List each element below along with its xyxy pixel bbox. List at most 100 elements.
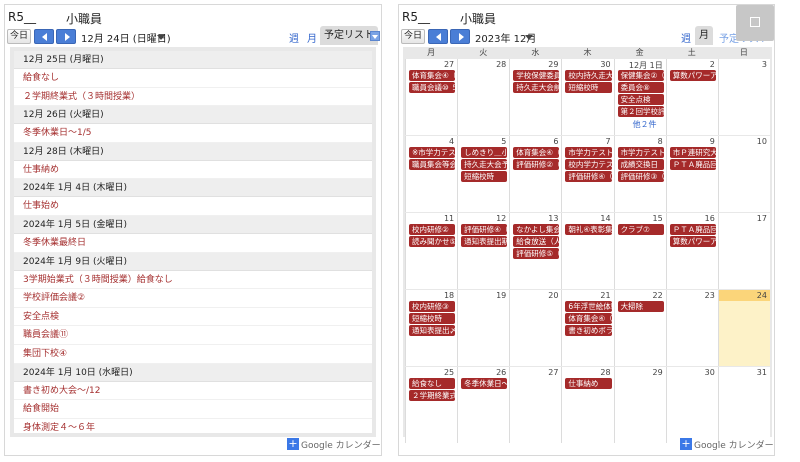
event-chip[interactable]: 成績交換日 <box>617 159 664 170</box>
event-chip[interactable]: 評価研修④（Ⅰ <box>461 224 508 235</box>
agenda-event[interactable]: 冬季休業日～1/5 <box>14 124 372 143</box>
today-button[interactable]: 今日 <box>401 29 425 44</box>
event-chip[interactable]: 給食放送（人権 <box>513 236 560 247</box>
day-cell[interactable]: 14朝礼④表彰集会 <box>561 213 613 289</box>
event-chip[interactable]: 安全点検 <box>617 94 664 105</box>
event-chip[interactable]: 短縮校時 <box>565 82 612 93</box>
day-cell[interactable]: 16ＰＴＡ廃品回収算数パワーアップ <box>665 213 718 289</box>
event-chip[interactable]: なかよし集会⑥ <box>513 224 560 235</box>
today-button[interactable]: 今日 <box>7 29 31 44</box>
day-cell[interactable]: 2算数パワーアップ <box>665 59 718 135</box>
event-chip[interactable]: 通知表提出期限 <box>461 236 508 247</box>
day-cell[interactable]: 5しめきり＿小持久走大会予備短縮校時 <box>457 136 509 212</box>
event-chip[interactable]: 給食なし <box>409 378 456 389</box>
event-chip[interactable]: 評価研修③（Ⅰ <box>617 171 664 182</box>
agenda-event[interactable]: 仕事始め <box>14 197 372 216</box>
day-cell[interactable]: 31 <box>717 367 770 443</box>
event-chip[interactable]: 校内研修② <box>409 224 456 235</box>
event-chip[interactable]: 校内持久走大会 <box>565 70 612 81</box>
event-chip[interactable]: 朝礼④表彰集会 <box>565 224 612 235</box>
agenda-event[interactable]: 集団下校④ <box>14 345 372 364</box>
event-chip[interactable]: 体育集会④（Ⅰ <box>565 313 612 324</box>
agenda-event[interactable]: 3学期始業式（３時間授業）給食なし <box>14 271 372 290</box>
day-cell[interactable]: 10 <box>717 136 770 212</box>
event-chip[interactable]: 6年浮世絵体験 <box>565 301 612 312</box>
day-cell[interactable]: 19 <box>457 290 509 366</box>
event-chip[interactable]: 評価研修④（Ⅰ <box>565 171 612 182</box>
day-cell[interactable]: 4※市学力テスト！職員集会等会 <box>405 136 457 212</box>
agenda-event[interactable]: 書き初め大会～/12 <box>14 382 372 401</box>
date-picker-caret-icon[interactable] <box>525 35 533 40</box>
prev-button[interactable] <box>34 29 54 44</box>
day-cell[interactable]: 29学校保健委員会持久走大会前日 <box>509 59 561 135</box>
day-cell[interactable]: 7市学力テスト！校内学力テスト評価研修④（Ⅰ <box>561 136 613 212</box>
event-chip[interactable]: 校内研修③ <box>409 301 456 312</box>
day-cell[interactable]: 27 体育集会④（Ⅰ 職員会議⑩ ５ <box>405 59 457 135</box>
day-cell[interactable]: 30校内持久走大会短縮校時 <box>561 59 613 135</box>
event-chip[interactable]: 体育集会④（Ⅰ <box>513 147 560 158</box>
event-chip[interactable]: 市学力テスト！ <box>617 147 664 158</box>
day-cell[interactable]: 15 クラブ⑦ <box>613 213 666 289</box>
google-calendar-link[interactable]: + Google カレンダー <box>680 438 774 451</box>
agenda-event[interactable]: 給食なし <box>14 69 372 88</box>
event-chip[interactable]: 評価研修②（Ⅰ <box>513 159 560 170</box>
day-cell[interactable]: 30 <box>665 367 718 443</box>
event-chip[interactable]: 職員集会等会 <box>409 159 456 170</box>
event-chip[interactable]: 算数パワーアップ <box>669 70 716 81</box>
next-button[interactable] <box>56 29 76 44</box>
day-cell[interactable]: 8市学力テスト！成績交換日評価研修③（Ⅰ <box>613 136 666 212</box>
event-chip[interactable]: 保健集会②（Ⅰ <box>617 70 664 81</box>
tab-week[interactable]: 週 <box>289 30 299 45</box>
event-chip[interactable]: 校内学力テスト <box>565 159 612 170</box>
event-chip[interactable]: 学校保健委員会 <box>513 70 560 81</box>
day-cell[interactable]: 216年浮世絵体験体育集会④（Ⅰ書き初めボランティア <box>561 290 613 366</box>
event-chip[interactable]: 市学力テスト！ <box>565 147 612 158</box>
event-chip[interactable]: 体育集会④（Ⅰ <box>409 70 456 81</box>
agenda-event[interactable]: ２学期終業式（３時間授業） <box>14 88 372 107</box>
tab-month[interactable]: 月 <box>695 26 713 45</box>
agenda-event[interactable]: 給食開始 <box>14 400 372 419</box>
event-chip[interactable]: 冬季休業日～1 <box>461 378 508 389</box>
event-chip[interactable]: 持久走大会予備 <box>461 159 508 170</box>
agenda-event[interactable]: 安全点検 <box>14 308 372 327</box>
day-cell[interactable]: 28 <box>457 59 509 135</box>
event-chip[interactable]: 大掃除 <box>617 301 664 312</box>
tab-week[interactable]: 週 <box>681 30 691 45</box>
day-cell[interactable]: 23 <box>665 290 718 366</box>
day-cell[interactable]: 12月 1日保健集会②（Ⅰ委員会⑧安全点検第２回学校評価他２件 <box>613 59 666 135</box>
day-cell[interactable]: 26冬季休業日～1 <box>457 367 509 443</box>
date-picker-caret-icon[interactable] <box>157 35 165 40</box>
prev-button[interactable] <box>428 29 448 44</box>
day-cell[interactable]: 28 仕事納め <box>561 367 613 443</box>
day-cell-today[interactable]: 24 <box>717 290 770 366</box>
event-chip[interactable]: ※市学力テスト！ <box>409 147 456 158</box>
event-chip[interactable]: 読み聞かせ⑤ <box>409 236 456 247</box>
agenda-event[interactable]: 冬季休業最終日 <box>14 234 372 253</box>
event-chip[interactable]: 書き初めボランティア <box>565 325 612 336</box>
event-chip[interactable]: 職員会議⑩ ５ <box>409 82 456 93</box>
event-chip[interactable]: ＰＴＡ廃品回収 <box>669 224 716 235</box>
day-cell[interactable]: 25 給食なし ２学期終業式 <box>405 367 457 443</box>
event-chip[interactable]: 委員会⑧ <box>617 82 664 93</box>
agenda-event[interactable]: 身体測定４～６年 <box>14 419 372 433</box>
agenda-event[interactable]: 学校評価会議② <box>14 289 372 308</box>
event-chip[interactable]: ２学期終業式 <box>409 390 456 401</box>
day-cell[interactable]: 17 <box>717 213 770 289</box>
event-chip[interactable]: 算数パワーアップ <box>669 236 716 247</box>
event-chip[interactable]: ＰＴＡ廃品回収 <box>669 159 716 170</box>
day-cell[interactable]: 18校内研修③短縮校時通知表提出〆切 <box>405 290 457 366</box>
event-chip[interactable]: 短縮校時 <box>461 171 508 182</box>
tab-month[interactable]: 月 <box>307 30 317 45</box>
day-cell[interactable]: 11 校内研修② 読み聞かせ⑤ <box>405 213 457 289</box>
day-cell[interactable]: 29 <box>613 367 666 443</box>
agenda-event[interactable]: 仕事納め <box>14 161 372 180</box>
open-in-new-window-button[interactable] <box>736 5 774 41</box>
event-chip[interactable]: 仕事納め <box>565 378 612 389</box>
next-button[interactable] <box>450 29 470 44</box>
event-chip[interactable]: 持久走大会前日 <box>513 82 560 93</box>
day-cell[interactable]: 9市Ｐ連研究大会ＰＴＡ廃品回収 <box>665 136 718 212</box>
event-chip[interactable]: しめきり＿小 <box>461 147 508 158</box>
event-chip[interactable]: 通知表提出〆切 <box>409 325 456 336</box>
event-chip[interactable]: 短縮校時 <box>409 313 456 324</box>
event-chip[interactable]: 評価研修⑤（Ⅰ <box>513 248 560 259</box>
